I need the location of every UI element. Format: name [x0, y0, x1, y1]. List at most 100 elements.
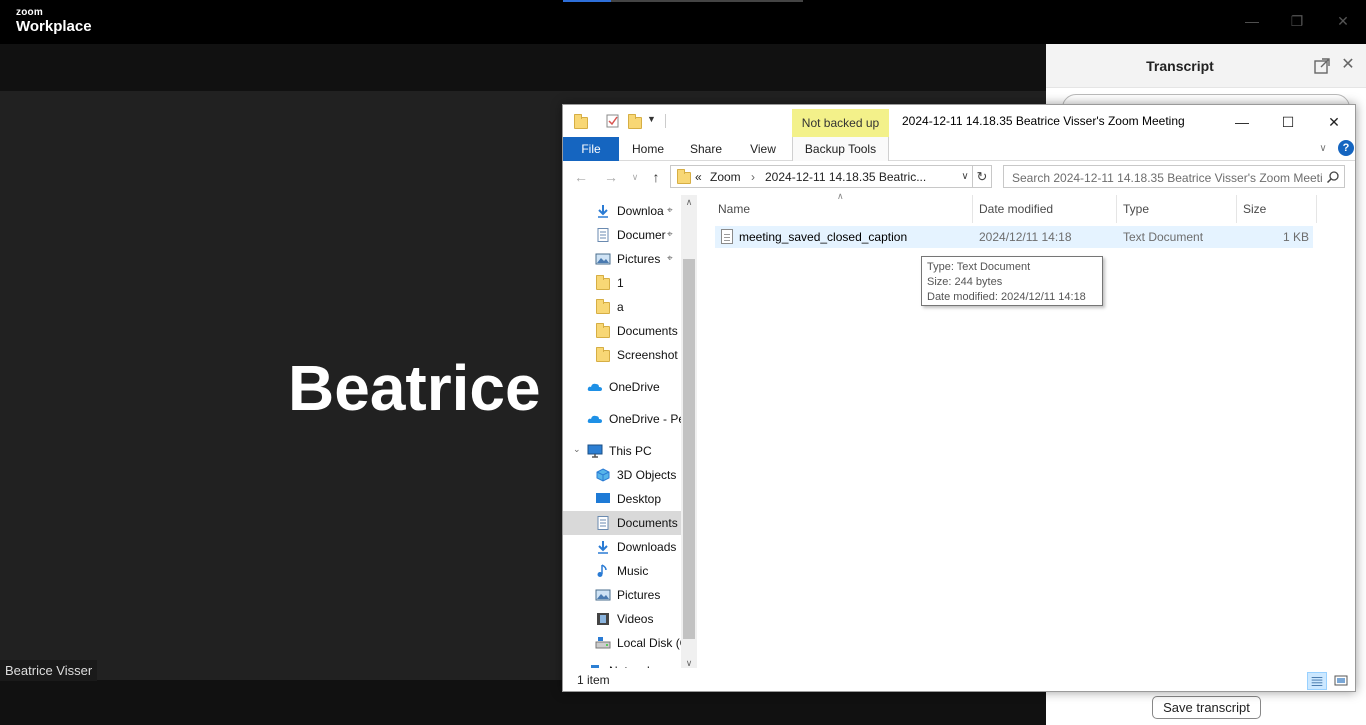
transcript-close-icon[interactable]: ✕: [1339, 56, 1357, 74]
disk-icon: [595, 636, 611, 650]
status-bar: 1 item: [563, 668, 1355, 691]
restore-icon[interactable]: ❐: [1288, 12, 1306, 30]
nav-scroll-thumb[interactable]: [683, 259, 695, 639]
sidebar-item[interactable]: Desktop: [563, 487, 681, 511]
ribbon-expand-chevron-icon[interactable]: ∨: [1316, 142, 1330, 156]
sidebar-item-label: Downloads: [617, 540, 677, 554]
breadcrumb-meeting-folder[interactable]: 2024-12-11 14.18.35 Beatric...: [765, 170, 926, 184]
tab-file[interactable]: File: [563, 137, 619, 161]
zoom-workplace-logo: zoom Workplace: [16, 7, 92, 35]
tab-home[interactable]: Home: [621, 137, 675, 161]
pin-icon: ⌖: [667, 253, 673, 264]
sidebar-item-label: Documents: [617, 516, 678, 530]
explorer-minimize-icon[interactable]: —: [1219, 110, 1265, 134]
sidebar-item-label: Downloa: [617, 204, 664, 218]
popout-icon[interactable]: [1313, 57, 1331, 75]
explorer-window-title: 2024-12-11 14.18.35 Beatrice Visser's Zo…: [902, 114, 1185, 128]
top-progress-fill: [563, 0, 611, 2]
explorer-maximize-icon[interactable]: ☐: [1265, 110, 1311, 134]
tab-view[interactable]: View: [735, 137, 791, 161]
sidebar-item-label: This PC: [609, 444, 652, 458]
explorer-close-icon[interactable]: ✕: [1311, 110, 1357, 134]
sidebar-item[interactable]: 3D Objects: [563, 463, 681, 487]
sidebar-item[interactable]: OneDrive: [563, 375, 681, 399]
tab-share[interactable]: Share: [679, 137, 733, 161]
sidebar-item[interactable]: Documents: [563, 319, 681, 343]
recent-locations-chevron-icon[interactable]: ∨: [627, 169, 643, 185]
refresh-icon[interactable]: ↻: [973, 165, 992, 188]
sidebar-item[interactable]: Documer ⌖: [563, 223, 681, 247]
tooltip-type: Type: Text Document: [927, 261, 1031, 273]
sidebar-item[interactable]: Videos: [563, 607, 681, 631]
column-separator[interactable]: [1236, 195, 1237, 223]
minimize-icon[interactable]: —: [1243, 12, 1261, 30]
not-backed-up-badge[interactable]: Not backed up: [792, 109, 889, 137]
sidebar-item[interactable]: Pictures ⌖: [563, 247, 681, 271]
save-transcript-button[interactable]: Save transcript: [1152, 696, 1261, 719]
column-size[interactable]: Size: [1243, 195, 1266, 223]
column-separator[interactable]: [972, 195, 973, 223]
new-folder-icon[interactable]: [627, 114, 643, 129]
file-name[interactable]: meeting_saved_closed_caption: [739, 230, 907, 244]
breadcrumb-separator-icon: ›: [751, 170, 755, 184]
sidebar-item[interactable]: Documents: [563, 511, 681, 535]
file-explorer-window: ▼ Not backed up 2024-12-11 14.18.35 Beat…: [562, 104, 1356, 692]
expand-chevron-icon[interactable]: ⌄: [573, 444, 581, 455]
folder-icon: [595, 275, 611, 290]
sidebar-item-label: Music: [617, 564, 649, 578]
sidebar-item[interactable]: Network: [563, 659, 681, 668]
sidebar-item-label: a: [617, 300, 624, 314]
back-arrow-icon[interactable]: ←: [573, 169, 589, 185]
properties-check-icon[interactable]: [605, 114, 621, 128]
search-input[interactable]: Search 2024-12-11 14.18.35 Beatrice Viss…: [1003, 165, 1345, 188]
details-view-icon[interactable]: [1307, 672, 1327, 690]
close-icon[interactable]: ✕: [1334, 12, 1352, 30]
tab-backup-tools[interactable]: Backup Tools: [792, 137, 889, 161]
breadcrumb-zoom[interactable]: Zoom: [710, 170, 741, 184]
sidebar-item-label: 3D Objects: [617, 468, 677, 482]
forward-arrow-icon[interactable]: →: [603, 169, 619, 185]
quick-access-separator: [665, 114, 666, 128]
sidebar-item[interactable]: Downloa ⌖: [563, 199, 681, 223]
customize-toolbar-icon[interactable]: ▼: [647, 114, 663, 128]
address-bar[interactable]: « Zoom › 2024-12-11 14.18.35 Beatric... …: [670, 165, 973, 188]
address-overflow[interactable]: «: [695, 170, 702, 184]
zoom-top-strip: [0, 44, 1046, 91]
large-icons-view-icon[interactable]: [1331, 672, 1351, 690]
address-dropdown-icon[interactable]: ∨: [959, 169, 971, 185]
sidebar-item[interactable]: a: [563, 295, 681, 319]
film-icon: [595, 612, 611, 626]
logo-zoom-text: zoom: [16, 7, 43, 18]
sidebar-item-label: Pictures: [617, 252, 661, 266]
sidebar-item[interactable]: ⌄ This PC: [563, 439, 681, 463]
file-row[interactable]: meeting_saved_closed_caption 2024/12/11 …: [715, 226, 1313, 248]
address-folder-icon: [677, 169, 691, 184]
scroll-up-icon[interactable]: ∧: [681, 195, 697, 209]
tooltip-date: Date modified: 2024/12/11 14:18: [927, 291, 1086, 303]
quick-access-folder-icon[interactable]: [573, 114, 589, 129]
column-name[interactable]: Name: [718, 195, 750, 223]
search-icon[interactable]: [1326, 170, 1340, 184]
sidebar-item[interactable]: 1: [563, 271, 681, 295]
logo-workplace-text: Workplace: [16, 18, 92, 35]
sidebar-item-label: OneDrive: [609, 380, 660, 394]
sidebar-item[interactable]: Screenshot E: [563, 343, 681, 367]
sidebar-item[interactable]: Downloads: [563, 535, 681, 559]
file-type: Text Document: [1123, 230, 1204, 244]
column-separator[interactable]: [1316, 195, 1317, 223]
transcript-header: Transcript ✕: [1046, 44, 1366, 88]
nav-scrollbar[interactable]: ∧ ∨: [681, 195, 697, 670]
sidebar-item-label: 1: [617, 276, 624, 290]
sidebar-item-label: OneDrive - Pe: [609, 412, 681, 426]
pictures-icon: [595, 588, 611, 602]
sidebar-item[interactable]: Local Disk (C: [563, 631, 681, 655]
column-date-modified[interactable]: Date modified: [979, 195, 1053, 223]
sidebar-item[interactable]: OneDrive - Pe: [563, 407, 681, 431]
help-icon[interactable]: ?: [1338, 140, 1354, 156]
column-type[interactable]: Type: [1123, 195, 1149, 223]
sidebar-item[interactable]: Pictures: [563, 583, 681, 607]
sidebar-item[interactable]: Music: [563, 559, 681, 583]
explorer-titlebar: ▼ Not backed up 2024-12-11 14.18.35 Beat…: [563, 105, 1355, 137]
column-separator[interactable]: [1116, 195, 1117, 223]
up-arrow-icon[interactable]: ↑: [648, 169, 664, 185]
